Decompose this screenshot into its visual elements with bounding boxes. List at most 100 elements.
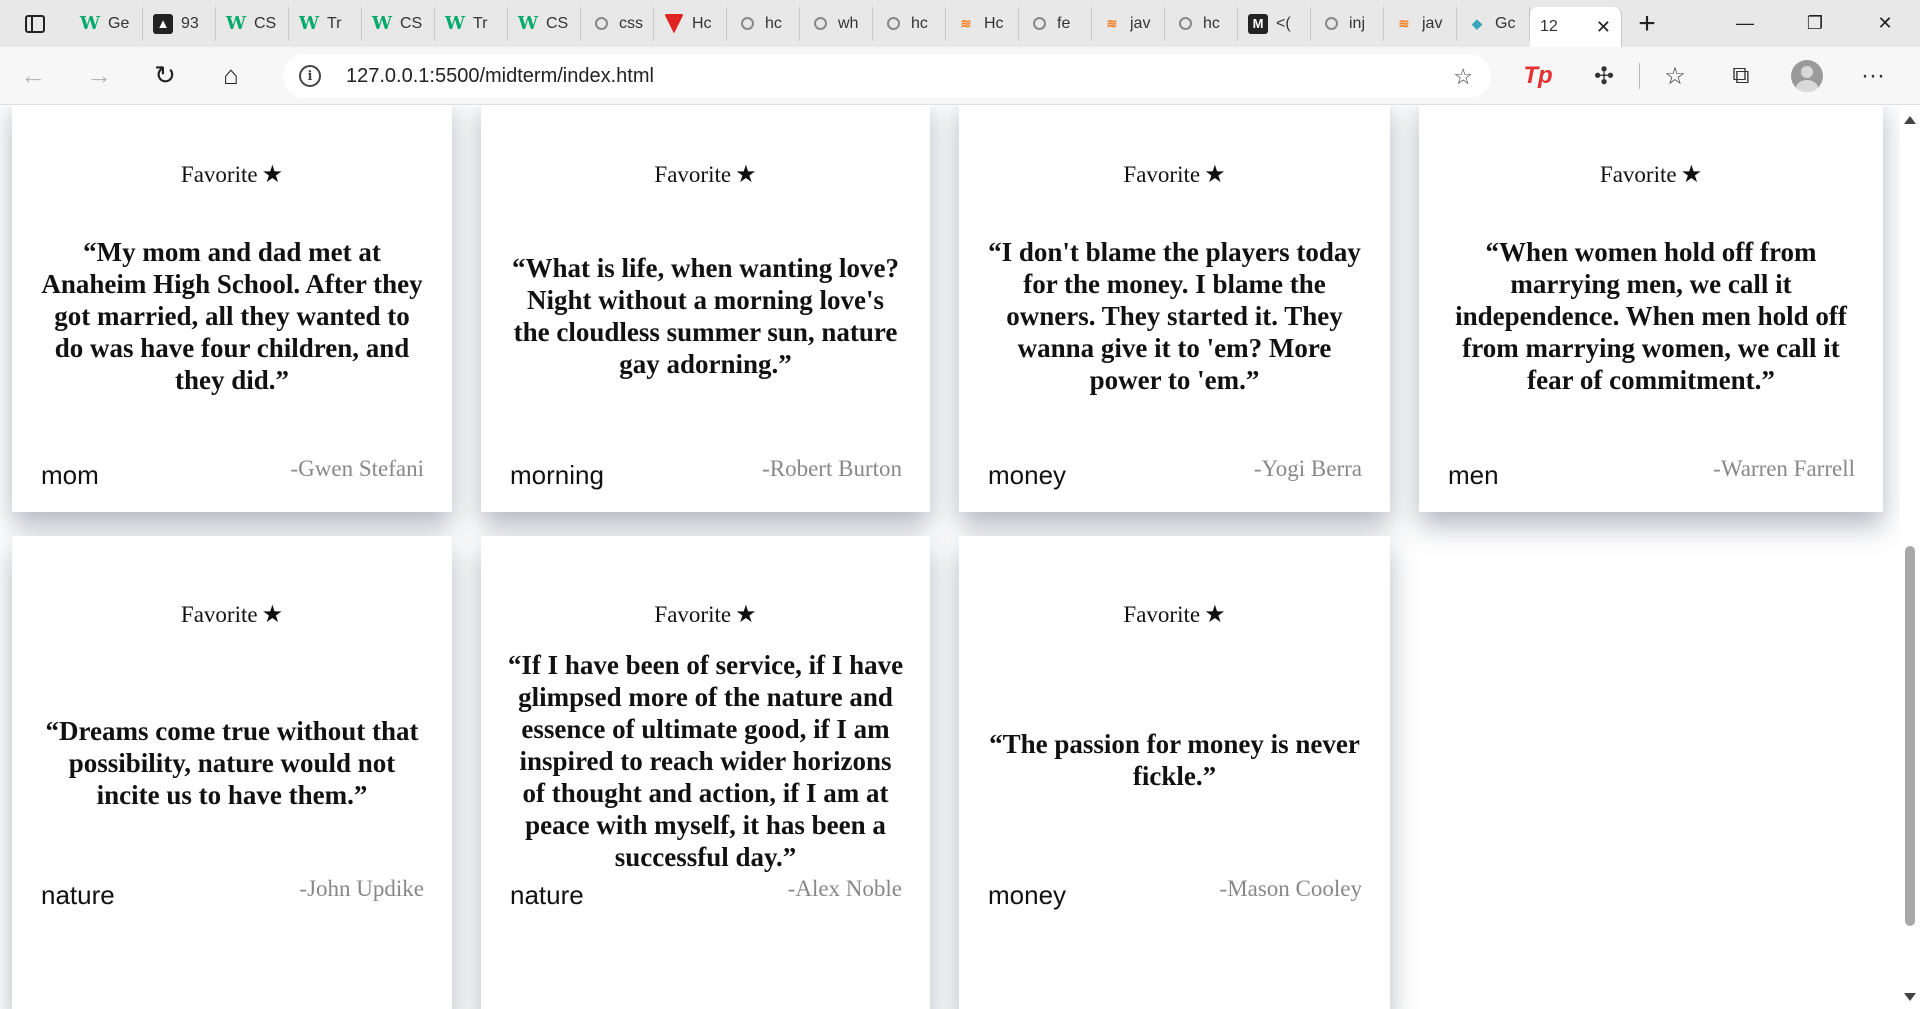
restore-button[interactable]: ❐ (1780, 0, 1850, 47)
favorite-toggle[interactable]: Favorite ★ (1419, 160, 1883, 189)
collections-button[interactable]: ⧉ (1708, 47, 1774, 105)
close-window-button[interactable]: ✕ (1850, 0, 1920, 47)
tab-title: wh (838, 14, 859, 32)
favorite-label: Favorite (654, 602, 732, 627)
tab-item[interactable]: fe (1019, 6, 1092, 41)
w3schools-icon: W (225, 13, 247, 34)
favorite-toggle[interactable]: Favorite ★ (959, 600, 1390, 629)
tab-item[interactable]: Hc (654, 6, 727, 41)
tab-title: CS (546, 14, 569, 32)
tab-item[interactable]: hc (1165, 6, 1238, 41)
tab-active[interactable]: 12 ✕ (1530, 7, 1622, 47)
quote-text: “What is life, when wanting love? Night … (511, 253, 900, 379)
star-icon[interactable]: ★ (262, 602, 284, 628)
teal-shape-icon: ◆ (1472, 15, 1482, 31)
favorite-toggle[interactable]: Favorite ★ (481, 160, 930, 189)
favorites-button[interactable]: ☆ (1642, 47, 1708, 105)
tab-item[interactable]: hc (873, 6, 946, 41)
avatar (1791, 60, 1823, 92)
star-icon[interactable]: ★ (1681, 162, 1703, 188)
profile-button[interactable] (1774, 47, 1840, 105)
tab-item[interactable]: wh (800, 6, 873, 41)
w3schools-icon: W (79, 13, 101, 34)
home-button[interactable]: ⌂ (198, 47, 264, 105)
tab-item[interactable]: W CS (362, 6, 435, 41)
tab-item[interactable]: inj (1311, 6, 1384, 41)
tab-title: Tr (473, 14, 488, 32)
favorite-toggle[interactable]: Favorite ★ (959, 160, 1390, 189)
new-tab-button[interactable]: + (1622, 0, 1672, 47)
back-button[interactable]: ← (0, 47, 66, 105)
url-text[interactable]: 127.0.0.1:5500/midterm/index.html (346, 65, 654, 88)
tab-item[interactable]: ▲ 93 (143, 6, 216, 41)
tab-title: CS (254, 14, 277, 32)
star-icon[interactable]: ★ (735, 602, 757, 628)
tab-item[interactable]: W Ge (70, 6, 143, 41)
favorite-label: Favorite (180, 602, 258, 627)
minimize-button[interactable]: — (1710, 0, 1780, 47)
toolbar-actions: Tp ✣ ☆ ⧉ ··· (1505, 47, 1906, 105)
scrollbar-thumb[interactable] (1905, 546, 1915, 926)
w3schools-icon: W (371, 13, 393, 34)
search-icon (737, 14, 757, 34)
more-menu-button[interactable]: ··· (1840, 47, 1906, 105)
star-icon[interactable]: ★ (1204, 162, 1226, 188)
page-scrollbar[interactable] (1900, 106, 1920, 1009)
quote-author: -Warren Farrell (1713, 456, 1855, 481)
tab-item[interactable]: ≋ jav (1092, 6, 1165, 41)
favorite-toggle[interactable]: Favorite ★ (12, 160, 452, 189)
quote-text: “The passion for money is never fickle.” (989, 729, 1360, 791)
search-icon (1175, 14, 1195, 34)
address-bar[interactable]: i 127.0.0.1:5500/midterm/index.html ☆ (283, 54, 1491, 98)
tab-item[interactable]: ≋ Hc (946, 6, 1019, 41)
site-info-icon[interactable]: i (299, 65, 321, 87)
tab-item[interactable]: ≋ jav (1384, 6, 1457, 41)
medium-icon: M (1248, 13, 1268, 34)
star-icon[interactable]: ★ (735, 162, 757, 188)
quote-card: Favorite ★ “Dreams come true without that … (12, 536, 452, 1009)
star-icon[interactable]: ★ (1204, 602, 1226, 628)
tab-title: fe (1057, 14, 1071, 32)
favorite-toggle[interactable]: Favorite ★ (12, 600, 452, 629)
tab-title: Gc (1495, 14, 1516, 32)
quote-tag: nature (41, 880, 115, 910)
tab-title: hc (765, 14, 782, 32)
quote-text: “Dreams come true without that possibili… (45, 716, 419, 810)
stackoverflow-icon: ≋ (960, 15, 972, 31)
quote-author: -Mason Cooley (1219, 876, 1362, 901)
add-favorite-icon[interactable]: ☆ (1453, 64, 1473, 90)
forward-button[interactable]: → (66, 47, 132, 105)
tab-title: Tr (327, 14, 342, 32)
favorite-label: Favorite (180, 162, 258, 187)
extensions-button[interactable]: ✣ (1571, 47, 1637, 105)
search-icon (810, 14, 830, 34)
scroll-up-icon[interactable] (1904, 116, 1916, 124)
quote-text: “I don't blame the players today for the… (988, 237, 1361, 395)
tab-strip: W Ge ▲ 93 W CS W Tr W CS W Tr W CS css Hc hc wh hc ≋ Hc fe ≋ ja… (0, 0, 1920, 47)
tp-extension-icon: Tp (1523, 62, 1553, 89)
quote-tag: nature (510, 880, 584, 910)
quote-card: Favorite ★ “When women hold off from marry… (1419, 106, 1883, 512)
tp-extension-button[interactable]: Tp (1505, 47, 1571, 105)
tab-title: hc (911, 14, 928, 32)
favorite-label: Favorite (1123, 162, 1201, 187)
scroll-down-icon[interactable] (1904, 993, 1916, 1001)
favorite-toggle[interactable]: Favorite ★ (481, 600, 930, 629)
close-tab-icon[interactable]: ✕ (1596, 17, 1611, 38)
tab-item[interactable]: M <( (1238, 6, 1311, 41)
tab-item[interactable]: css (581, 6, 654, 41)
tab-item[interactable]: W Tr (435, 6, 508, 41)
star-icon[interactable]: ★ (262, 162, 284, 188)
tab-item[interactable]: W CS (216, 6, 289, 41)
reload-button[interactable]: ↻ (132, 47, 198, 105)
favorite-label: Favorite (1599, 162, 1677, 187)
tab-actions-button[interactable] (0, 0, 70, 47)
tab-item[interactable]: W Tr (289, 6, 362, 41)
tab-item[interactable]: ◆ Gc (1457, 6, 1530, 41)
w3schools-icon: W (517, 13, 539, 34)
tab-item[interactable]: hc (727, 6, 800, 41)
w3schools-icon: W (298, 13, 320, 34)
search-icon (1029, 14, 1049, 34)
tab-item[interactable]: W CS (508, 6, 581, 41)
w3schools-icon: W (444, 13, 466, 34)
